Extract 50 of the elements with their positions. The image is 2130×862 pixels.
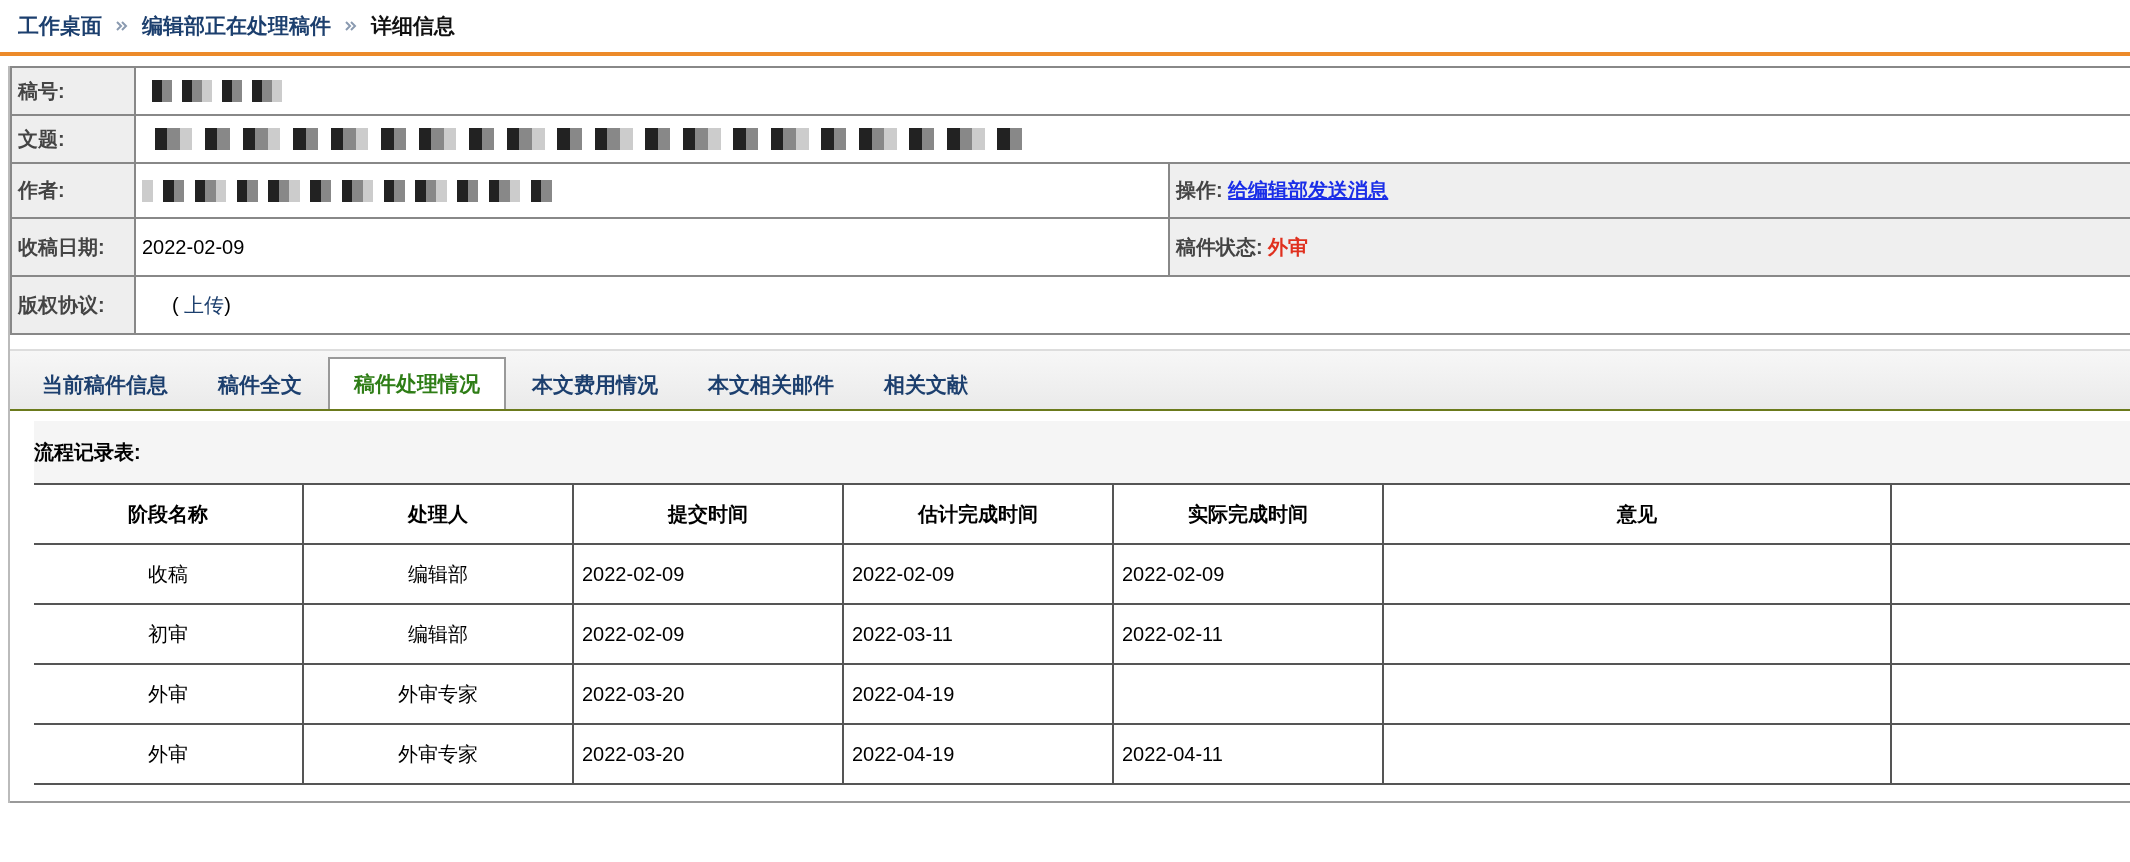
tab[interactable]: 稿件全文: [194, 361, 326, 409]
table-cell: 外审专家: [398, 682, 478, 705]
tab[interactable]: 当前稿件信息: [18, 361, 192, 409]
table-cell: 收稿: [148, 562, 188, 585]
paren-text: ): [224, 293, 231, 316]
table-cell: 编辑部: [408, 622, 468, 645]
table-cell: 2022-03-11: [852, 622, 953, 645]
column-header: 处理人: [303, 484, 573, 544]
field-label: 稿件状态:: [1176, 235, 1263, 258]
table-cell: 2022-02-09: [852, 562, 955, 585]
table-cell: 外审专家: [398, 742, 478, 765]
table-cell: 2022-04-19: [852, 682, 955, 705]
table-cell: 外审: [148, 742, 188, 765]
upload-link[interactable]: 上传: [184, 293, 225, 316]
breadcrumb-link[interactable]: 编辑部正在处理稿件: [142, 12, 331, 40]
tab[interactable]: 本文费用情况: [508, 361, 682, 409]
table-cell: 2022-02-09: [582, 562, 685, 585]
field-label: 稿号:: [11, 67, 135, 115]
section-title: 流程记录表:: [34, 421, 2130, 483]
table-cell: 2022-02-11: [1122, 622, 1223, 645]
paren-text: (: [172, 293, 179, 316]
status-value: 外审: [1268, 235, 1309, 258]
column-header: 阶段名称: [34, 484, 303, 544]
field-label: 文题:: [11, 115, 135, 163]
table-cell: 外审: [148, 682, 188, 705]
field-label: 收稿日期:: [11, 218, 135, 276]
table-cell: 2022-04-19: [852, 742, 955, 765]
table-cell: 2022-02-09: [1122, 562, 1225, 585]
table-cell: 初审: [148, 622, 188, 645]
field-value: 2022-02-09: [142, 235, 245, 258]
table-cell: 2022-03-20: [582, 742, 685, 765]
send-message-link[interactable]: 给编辑部发送消息: [1228, 179, 1389, 201]
column-header: 估计完成时间: [843, 484, 1113, 544]
field-label: 操作:: [1176, 179, 1223, 201]
table-cell: 编辑部: [408, 562, 468, 585]
column-header: 实际完成时间: [1113, 484, 1383, 544]
breadcrumb-link[interactable]: 工作桌面: [18, 12, 102, 40]
tab[interactable]: 稿件处理情况: [328, 357, 506, 409]
breadcrumb-current: 详细信息: [371, 13, 455, 39]
column-header: 提交时间: [573, 484, 843, 544]
tab[interactable]: 本文相关邮件: [684, 361, 858, 409]
field-label: 作者:: [11, 163, 135, 218]
chevron-icon: [116, 20, 128, 32]
table-cell: 2022-02-09: [582, 622, 685, 645]
column-header: 意见: [1383, 484, 1891, 544]
chevron-icon: [345, 20, 357, 32]
table-cell: 2022-03-20: [582, 682, 685, 705]
tab[interactable]: 相关文献: [860, 361, 992, 409]
field-label: 版权协议:: [11, 276, 135, 334]
table-cell: 2022-04-11: [1122, 742, 1223, 765]
